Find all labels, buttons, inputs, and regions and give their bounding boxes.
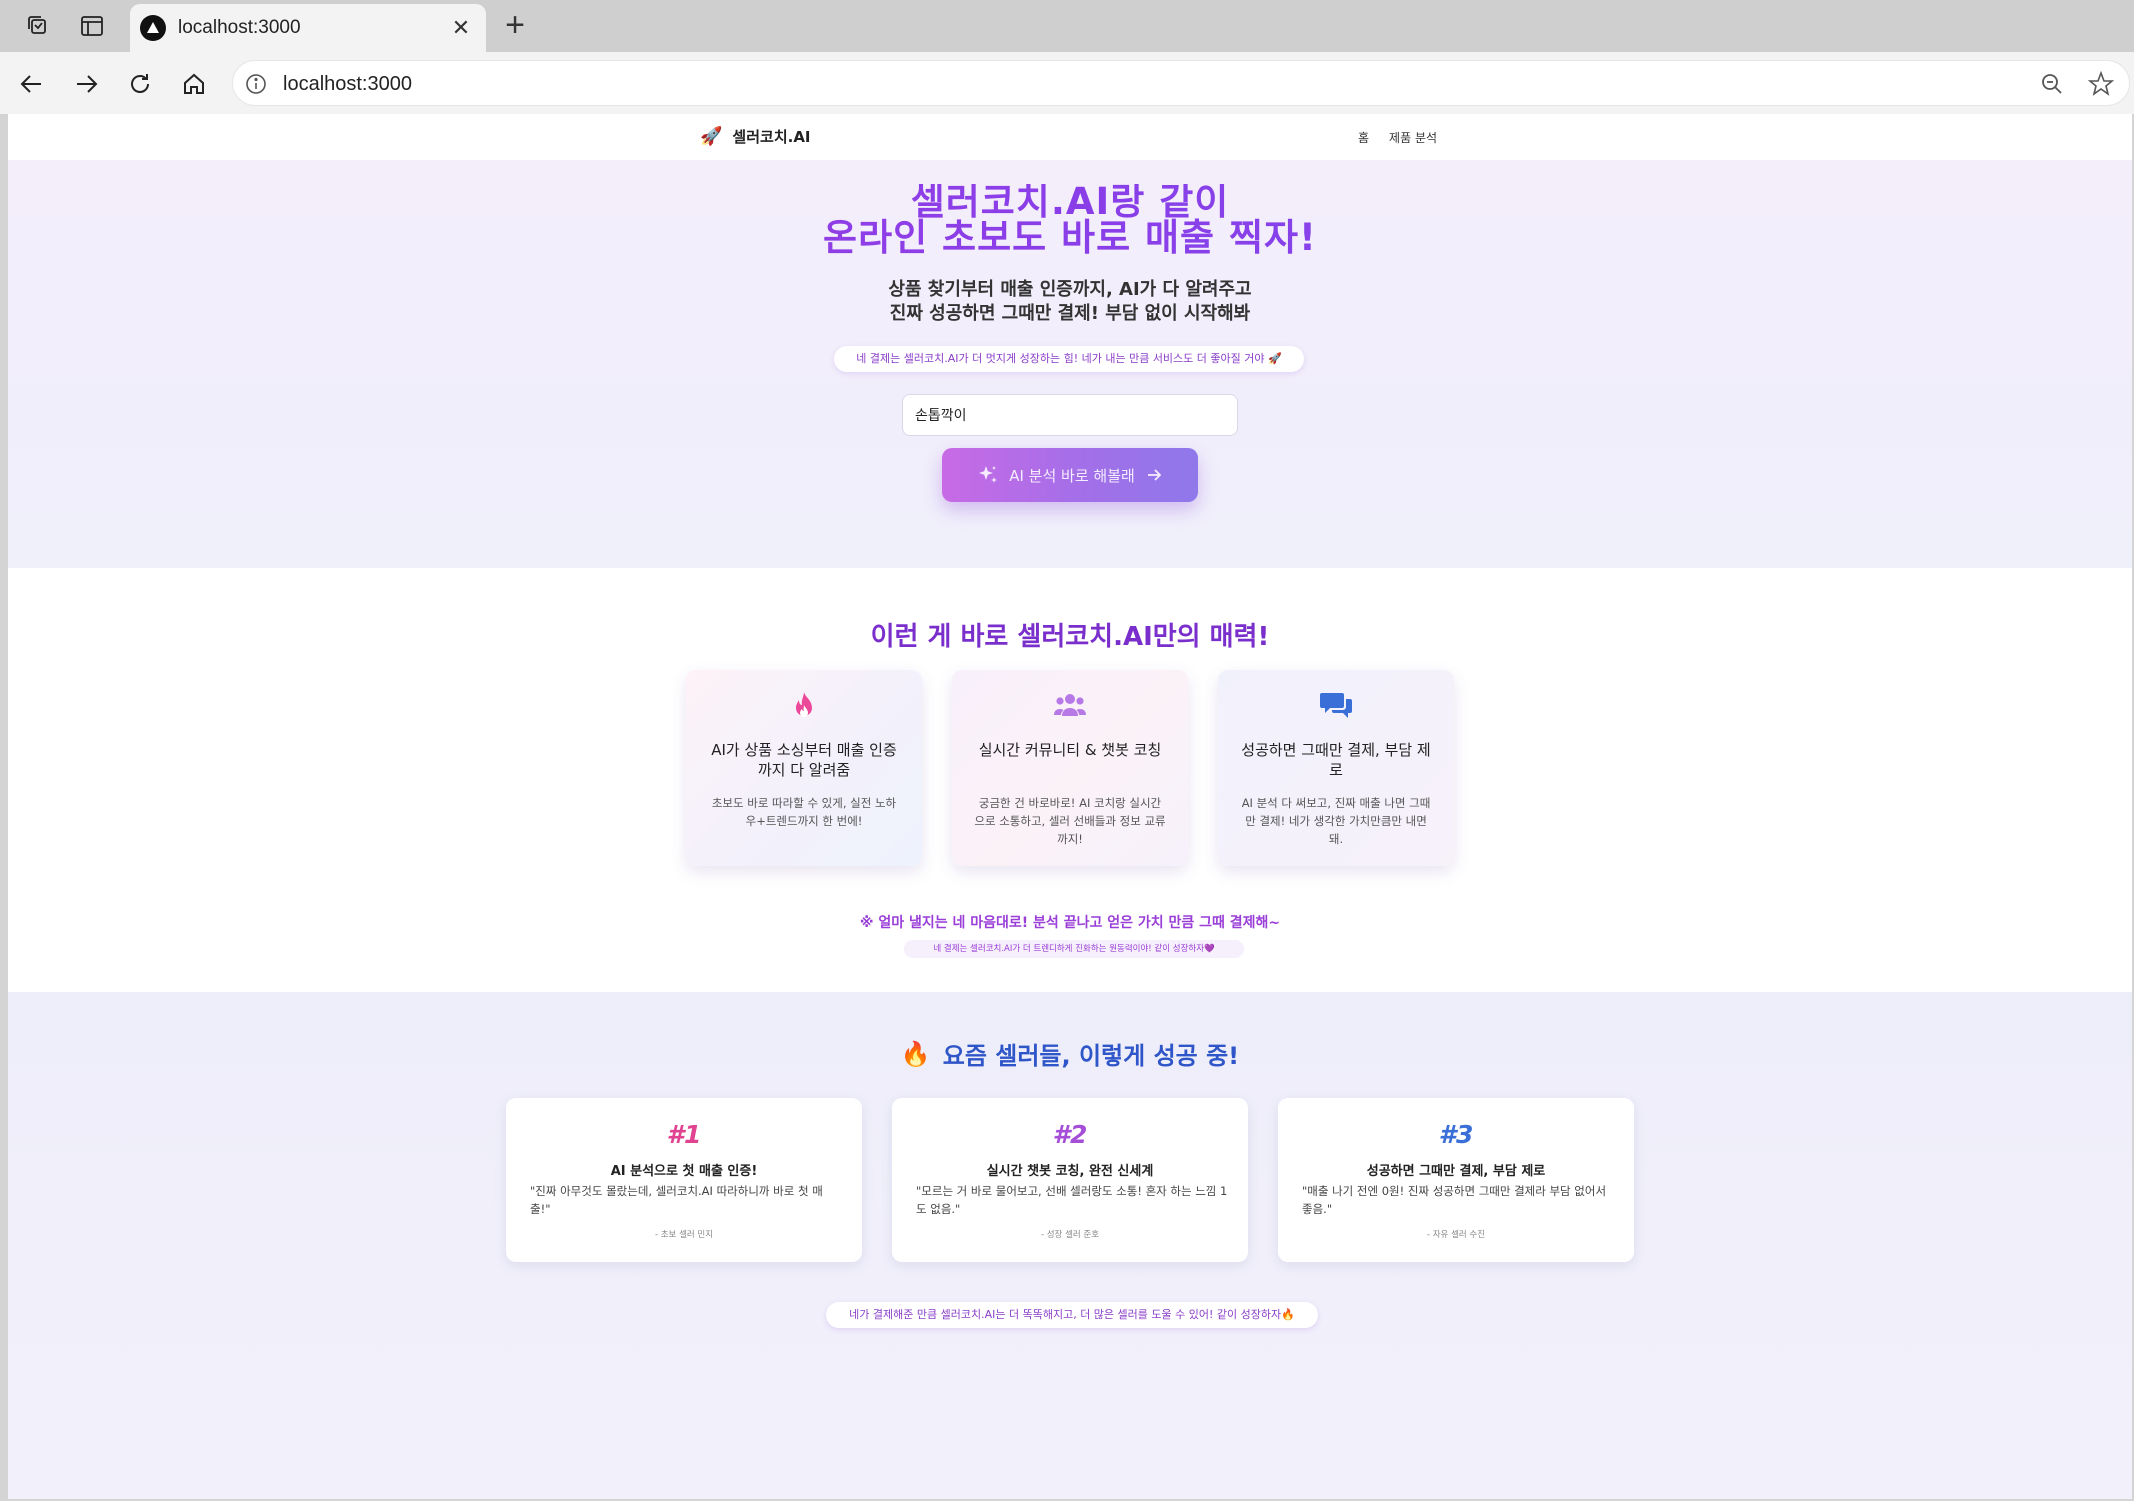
story-author: - 초보 셀러 민지 [654,1230,714,1240]
product-search-input[interactable] [902,394,1238,436]
story-card: #2 실시간 챗봇 코칭, 완전 신세계 "모르는 거 바로 물어보고, 선배 … [892,1098,1248,1262]
story-title: 실시간 챗봇 코칭, 완전 신세계 [986,1164,1154,1179]
payment-note: ※ 얼마 낼지는 네 마음대로! 분석 끝나고 얻은 가치 만큼 그때 결제해~ [859,915,1281,931]
sparkle-icon [979,466,998,483]
chat-icon [1218,690,1454,720]
url-text: localhost:3000 [283,73,412,95]
arrow-right-icon [1147,469,1162,481]
story-rank: #3 [1438,1120,1474,1149]
story-card: #3 성공하면 그때만 결제, 부담 제로 "매출 나기 전엔 0원! 진짜 성… [1278,1098,1634,1262]
zoom-icon[interactable] [2039,71,2065,97]
rocket-icon: 🚀 [700,126,723,147]
page-viewport: 🚀 셀러코치.AI 홈 제품 분석 셀러코치.AI랑 같이 온라인 초보도 바로… [8,114,2132,1499]
favorite-star-icon[interactable] [2087,70,2115,98]
success-stories-section: 🔥 요즘 셀러들, 이렇게 성공 중! #1 AI 분석으로 첫 매출 인증! … [8,992,2132,1499]
brand-name: 셀러코치.AI [732,128,811,146]
sidebar-icon[interactable] [76,10,108,42]
tab-title: localhost:3000 [178,17,301,38]
feature-card-title: 실시간 커뮤니티 & 챗봇 코칭 [978,741,1162,759]
feature-card: 성공하면 그때만 결제, 부담 제로 AI 분석 다 써보고, 진짜 매출 나면… [1218,670,1454,866]
story-rank: #2 [1052,1120,1088,1149]
ai-analysis-button[interactable]: AI 분석 바로 해볼래 [942,448,1198,502]
story-quote: "진짜 아무것도 몰랐는데, 셀러코치.AI 따라하니까 바로 첫 매출!" [530,1184,823,1216]
story-rank: #1 [666,1120,702,1149]
fire-emoji-icon: 🔥 [900,1039,931,1068]
feature-card: AI가 상품 소싱부터 매출 인증까지 다 알려줌 초보도 바로 따라할 수 있… [686,670,922,866]
home-icon[interactable] [176,66,212,102]
nav-home-link[interactable]: 홈 [1358,129,1369,146]
hero-title-line1: 셀러코치.AI랑 같이 [910,180,1230,223]
hero-subtitle-line2: 진짜 성공하면 그때만 결제! 부담 없이 시작해봐 [889,303,1251,324]
site-nav: 홈 제품 분석 [1358,129,1437,146]
nav-product-analysis-link[interactable]: 제품 분석 [1389,129,1437,146]
story-author: - 자유 셀러 수진 [1426,1230,1486,1240]
hero-title-line2: 온라인 초보도 바로 매출 찍자! [823,216,1317,259]
payment-info-pill: 네 결제는 셀러코치.AI가 더 멋지게 성장하는 힘! 네가 내는 만큼 서비… [834,346,1304,372]
payment-subnote: 네 결제는 셀러코치.AI가 더 트렌디하게 진화하는 원동력이야! 같이 성장… [904,940,1244,958]
close-icon[interactable]: ✕ [446,13,476,43]
site-info-icon[interactable] [243,71,269,97]
new-tab-icon[interactable]: + [498,6,532,44]
active-tab[interactable]: localhost:3000 ✕ [130,4,486,52]
browser-tab-bar: localhost:3000 ✕ + [0,0,2134,52]
feature-card-title: AI가 상품 소싱부터 매출 인증까지 다 알려줌 [711,741,897,779]
brand-logo[interactable]: 🚀 셀러코치.AI [700,126,811,147]
back-icon[interactable] [14,66,50,102]
feature-card-desc: 궁금한 건 바로바로! AI 코치랑 실시간으로 소통하고, 셀러 선배들과 정… [974,796,1166,846]
stories-title-text: 요즘 셀러들, 이렇게 성공 중! [942,1042,1240,1070]
stories-title: 🔥 요즘 셀러들, 이렇게 성공 중! [8,1036,2132,1071]
story-author: - 성장 셀러 준호 [1040,1230,1100,1240]
features-title: 이런 게 바로 셀러코치.AI만의 매력! [870,622,1270,652]
site-header: 🚀 셀러코치.AI 홈 제품 분석 [8,114,2132,160]
reload-icon[interactable] [122,66,158,102]
collections-icon[interactable] [22,10,54,42]
feature-card-desc: AI 분석 다 써보고, 진짜 매출 나면 그때만 결제! 네가 생각한 가치만… [1241,796,1431,846]
growth-pill: 네가 결제해준 만큼 셀러코치.AI는 더 똑똑해지고, 더 많은 셀러를 도울… [826,1302,1318,1328]
story-title: AI 분석으로 첫 매출 인증! [610,1164,758,1179]
hero-title: 셀러코치.AI랑 같이 온라인 초보도 바로 매출 찍자! [8,184,2132,256]
story-quote: "매출 나기 전엔 0원! 진짜 성공하면 그때만 결제라 부담 없어서 좋음.… [1302,1184,1607,1216]
feature-card: 실시간 커뮤니티 & 챗봇 코칭 궁금한 건 바로바로! AI 코치랑 실시간으… [952,670,1188,866]
story-card: #1 AI 분석으로 첫 매출 인증! "진짜 아무것도 몰랐는데, 셀러코치.… [506,1098,862,1262]
browser-toolbar: localhost:3000 [0,52,2134,114]
ai-analysis-button-label: AI 분석 바로 해볼래 [1009,466,1135,485]
forward-icon[interactable] [68,66,104,102]
features-section: 이런 게 바로 셀러코치.AI만의 매력! AI가 상품 소싱부터 매출 인증까… [8,568,2132,992]
users-icon [952,690,1188,720]
story-quote: "모르는 거 바로 물어보고, 선배 셀러랑도 소통! 혼자 하는 느낌 1도 … [916,1184,1228,1216]
story-title: 성공하면 그때만 결제, 부담 제로 [1366,1164,1546,1179]
feature-card-title: 성공하면 그때만 결제, 부담 제로 [1241,741,1431,779]
hero-subtitle-line1: 상품 찾기부터 매출 인증까지, AI가 다 알려주고 [888,279,1252,300]
feature-card-desc: 초보도 바로 따라할 수 있게, 실전 노하우+트렌드까지 한 번에! [711,796,897,828]
hero-subtitle: 상품 찾기부터 매출 인증까지, AI가 다 알려주고 진짜 성공하면 그때만 … [8,278,2132,326]
fire-icon [686,690,922,720]
vercel-favicon [140,15,166,41]
address-bar[interactable]: localhost:3000 [232,60,2130,106]
hero-section: 셀러코치.AI랑 같이 온라인 초보도 바로 매출 찍자! 상품 찾기부터 매출… [8,160,2132,568]
